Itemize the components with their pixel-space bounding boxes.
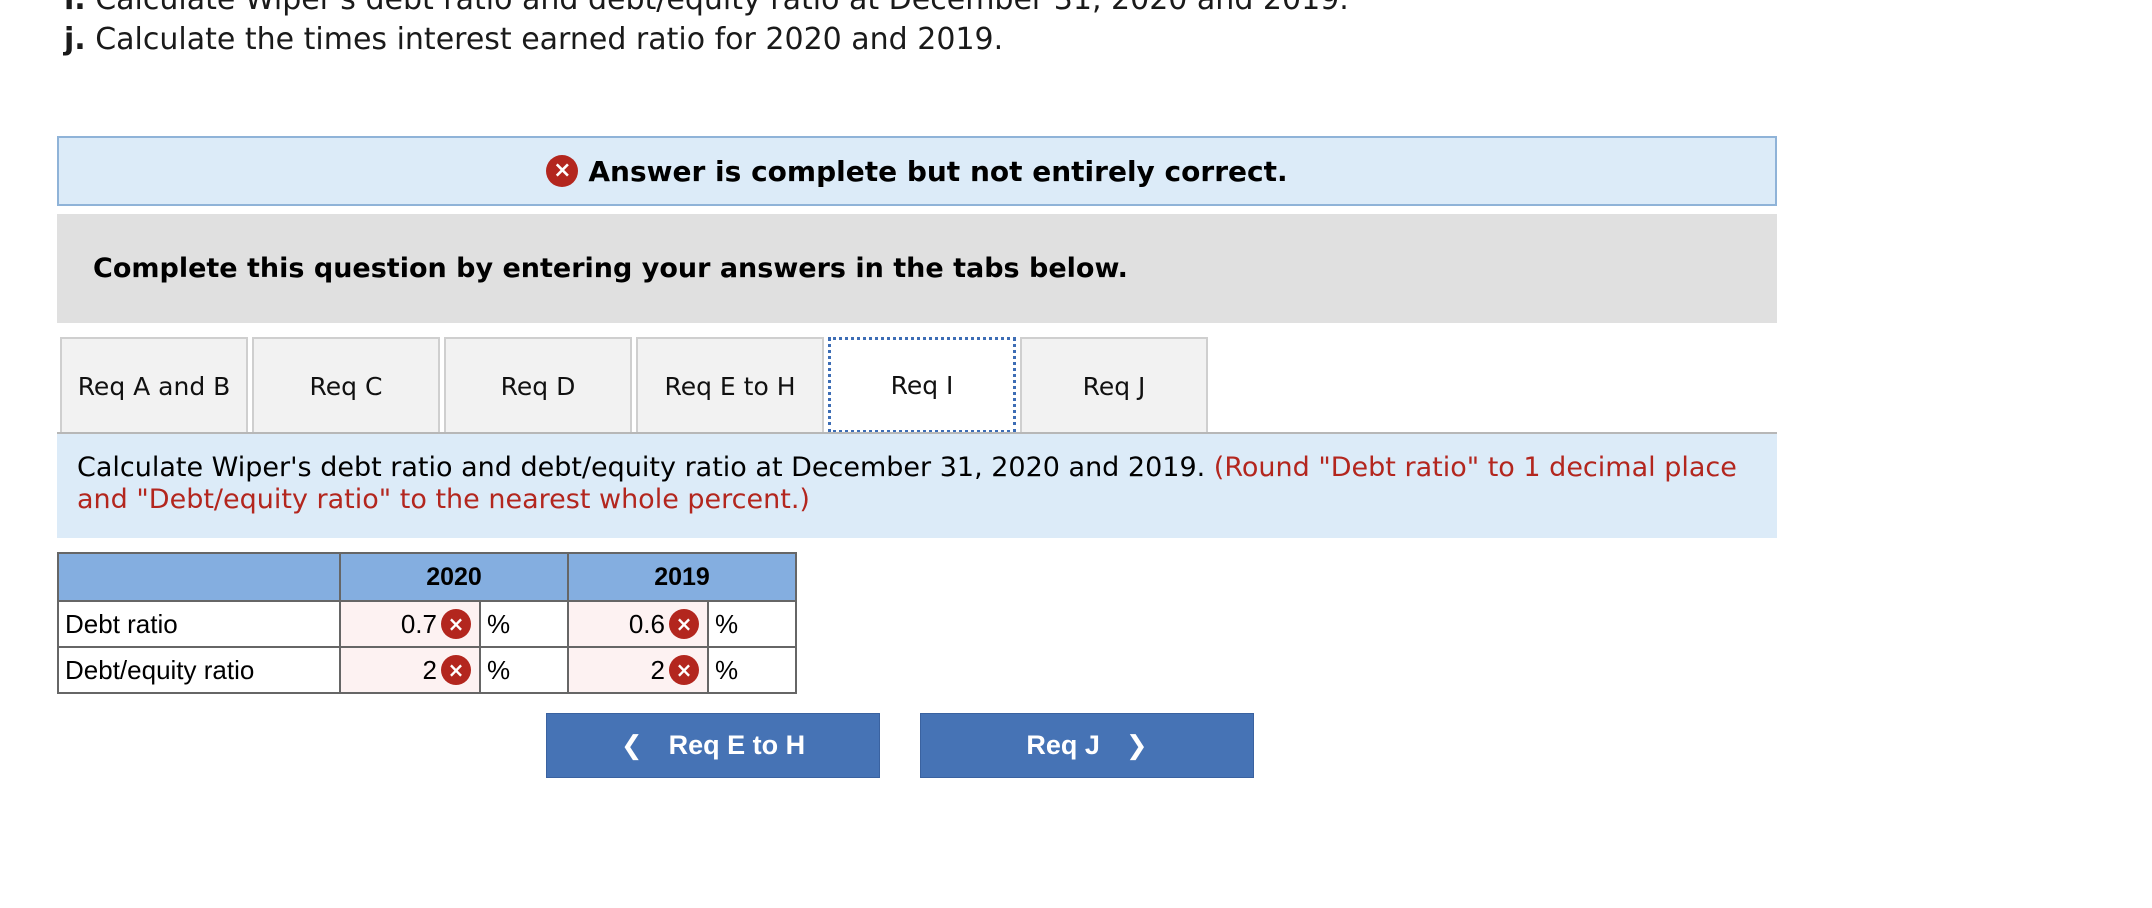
incorrect-icon: × — [441, 655, 471, 685]
next-req-button[interactable]: Req J ❯ — [920, 713, 1254, 778]
prev-req-label: Req E to H — [668, 730, 806, 760]
prompt-text: Calculate Wiper's debt ratio and debt/eq… — [77, 452, 1214, 483]
table-row: Debt ratio 0.7 × % 0.6 × % — [57, 600, 797, 648]
result-banner: × Answer is complete but not entirely co… — [57, 136, 1777, 206]
question-line-i: i. Calculate Wiper's debt ratio and debt… — [64, 0, 1349, 17]
answer-table: 2020 2019 Debt ratio 0.7 × % 0.6 × % Debt/… — [57, 552, 797, 694]
tab-req-a-and-b[interactable]: Req A and B — [60, 337, 248, 433]
chevron-right-icon: ❯ — [1125, 730, 1148, 761]
instructions-panel: Complete this question by entering your … — [57, 214, 1777, 323]
debt-ratio-2019-input[interactable]: 0.6 × — [567, 600, 709, 648]
percent-unit: % — [707, 600, 797, 648]
percent-unit: % — [707, 646, 797, 694]
debt-equity-ratio-2019-value: 2 — [650, 654, 665, 685]
prompt-box: Calculate Wiper's debt ratio and debt/eq… — [57, 434, 1777, 538]
result-text: Answer is complete but not entirely corr… — [588, 154, 1288, 188]
debt-ratio-2019-value: 0.6 — [628, 608, 665, 639]
tab-req-j[interactable]: Req J — [1020, 337, 1208, 433]
table-row: Debt/equity ratio 2 × % 2 × % — [57, 646, 797, 694]
debt-equity-ratio-2020-value: 2 — [422, 654, 437, 685]
chevron-left-icon: ❮ — [620, 730, 643, 761]
tab-req-i[interactable]: Req I — [828, 337, 1016, 433]
tab-req-d[interactable]: Req D — [444, 337, 632, 433]
percent-unit: % — [479, 600, 569, 648]
incorrect-icon: × — [441, 609, 471, 639]
debt-equity-ratio-2019-input[interactable]: 2 × — [567, 646, 709, 694]
row-label-debt-equity-ratio: Debt/equity ratio — [57, 646, 341, 694]
incorrect-icon: × — [669, 655, 699, 685]
tab-req-e-to-h[interactable]: Req E to H — [636, 337, 824, 433]
header-2020: 2020 — [339, 552, 569, 602]
header-2019: 2019 — [567, 552, 797, 602]
incorrect-icon: × — [669, 609, 699, 639]
tab-req-c[interactable]: Req C — [252, 337, 440, 433]
question-line-j: j. Calculate the times interest earned r… — [64, 22, 1004, 57]
debt-ratio-2020-value: 0.7 — [400, 608, 437, 639]
header-blank — [57, 552, 341, 602]
prev-req-button[interactable]: ❮ Req E to H — [546, 713, 880, 778]
x-circle-icon: × — [546, 155, 579, 187]
table-header-row: 2020 2019 — [57, 552, 797, 602]
next-req-label: Req J — [1026, 730, 1100, 760]
percent-unit: % — [479, 646, 569, 694]
instructions-text: Complete this question by entering your … — [93, 253, 1128, 284]
debt-ratio-2020-input[interactable]: 0.7 × — [339, 600, 481, 648]
debt-equity-ratio-2020-input[interactable]: 2 × — [339, 646, 481, 694]
row-label-debt-ratio: Debt ratio — [57, 600, 341, 648]
